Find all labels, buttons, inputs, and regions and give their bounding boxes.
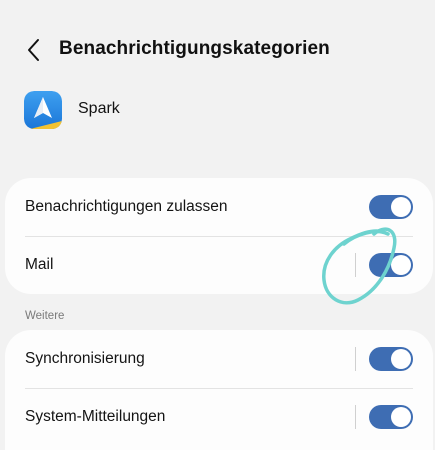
mail-label: Mail [25,256,54,273]
back-arrow-icon [28,39,39,61]
toggle-knob [391,349,411,369]
allow-notifications-row[interactable]: Benachrichtigungen zulassen [5,178,433,236]
mail-toggle[interactable] [369,253,413,277]
section-label-more: Weitere [25,310,65,322]
spark-app-icon [24,91,62,129]
sync-row[interactable]: Synchronisierung [5,330,433,388]
more-settings-card: Synchronisierung System-Mitteilungen [5,330,433,450]
allow-notifications-label: Benachrichtigungen zulassen [25,198,228,215]
vertical-separator [355,347,356,371]
back-button[interactable] [20,34,48,66]
page-title: Benachrichtigungskategorien [59,38,330,59]
vertical-separator [355,253,356,277]
system-messages-row[interactable]: System-Mitteilungen [5,388,433,446]
app-info: Spark [24,88,404,132]
toggle-knob [391,407,411,427]
mail-row[interactable]: Mail [5,236,433,294]
system-messages-label: System-Mitteilungen [25,408,166,425]
sync-label: Synchronisierung [25,350,145,367]
sync-toggle[interactable] [369,347,413,371]
main-settings-card: Benachrichtigungen zulassen Mail [5,178,433,294]
toggle-knob [391,197,411,217]
app-name: Spark [78,100,120,117]
system-messages-toggle[interactable] [369,405,413,429]
toggle-knob [391,255,411,275]
header: Benachrichtigungskategorien [0,28,435,72]
notification-categories-screen: Benachrichtigungskategorien Spark Benach… [0,0,435,450]
allow-notifications-toggle[interactable] [369,195,413,219]
vertical-separator [355,405,356,429]
